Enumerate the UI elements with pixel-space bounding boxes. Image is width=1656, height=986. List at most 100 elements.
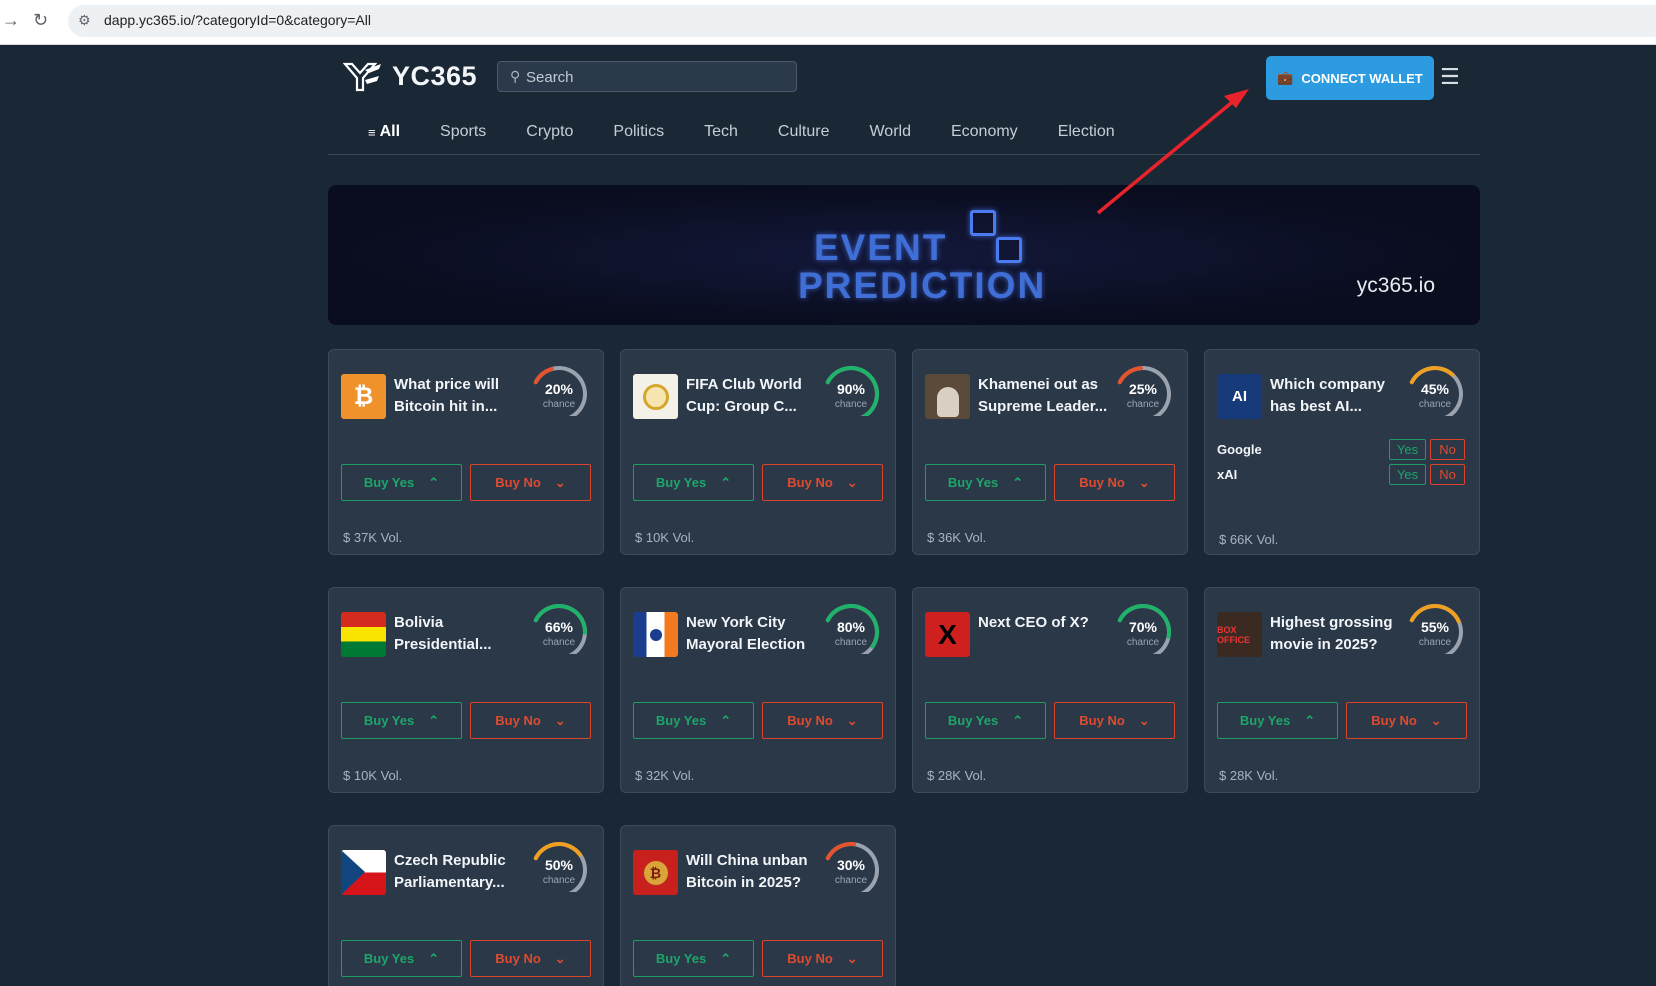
event-prediction-banner[interactable]: EVENT PREDICTION yc365.io (328, 185, 1480, 325)
market-title[interactable]: Highest grossing movie in 2025? (1270, 612, 1410, 656)
chance-label: chance (834, 637, 868, 648)
chance-percent: 50% (544, 857, 574, 873)
double-chevron-down-icon: ⌄ (846, 712, 858, 728)
market-title[interactable]: New York City Mayoral Election (686, 612, 826, 656)
buy-no-button[interactable]: Buy No ⌄ (762, 702, 883, 739)
buy-no-button[interactable]: Buy No ⌄ (1054, 702, 1175, 739)
outcome-name: Google (1217, 442, 1262, 457)
buy-yes-label: Buy Yes (947, 713, 999, 728)
double-chevron-down-icon: ⌄ (1138, 712, 1150, 728)
outcome-no-button[interactable]: No (1430, 464, 1465, 485)
double-chevron-up-icon: ⌃ (428, 474, 440, 490)
yc365-logo-icon[interactable] (343, 60, 383, 94)
buy-no-label: Buy No (1371, 713, 1417, 728)
double-chevron-up-icon: ⌃ (720, 474, 732, 490)
buy-yes-button[interactable]: Buy Yes ⌃ (341, 940, 462, 977)
buy-yes-button[interactable]: Buy Yes ⌃ (925, 464, 1046, 501)
tab-politics[interactable]: Politics (613, 120, 664, 144)
chance-label: chance (834, 875, 868, 886)
tab-election[interactable]: Election (1058, 120, 1115, 144)
market-card[interactable]: New York City Mayoral Election 80% chance B… (620, 587, 896, 793)
site-settings-icon[interactable]: ⚙ (78, 12, 91, 29)
buy-yes-button[interactable]: Buy Yes ⌃ (341, 464, 462, 501)
market-card[interactable]: ₿ Will China unban Bitcoin in 2025? 30% cha… (620, 825, 896, 986)
market-title[interactable]: FIFA Club World Cup: Group C... (686, 374, 826, 418)
forward-icon[interactable]: → (2, 10, 20, 31)
tab-tech[interactable]: Tech (704, 120, 738, 144)
volume-label: $ 66K Vol. (1219, 532, 1279, 547)
tab-crypto[interactable]: Crypto (526, 120, 573, 144)
buy-yes-button[interactable]: Buy Yes ⌃ (341, 702, 462, 739)
buy-yes-button[interactable]: Buy Yes ⌃ (1217, 702, 1338, 739)
double-chevron-up-icon: ⌃ (1304, 712, 1316, 728)
hamburger-menu-icon[interactable]: ☰ (1440, 64, 1460, 90)
search-input[interactable] (526, 66, 786, 88)
buy-yes-button[interactable]: Buy Yes ⌃ (925, 702, 1046, 739)
address-bar[interactable]: ⚙ dapp.yc365.io/?categoryId=0&category=A… (68, 5, 1656, 37)
tab-label: Culture (777, 123, 830, 140)
box-office-icon: BOX OFFICE (1217, 612, 1262, 657)
connect-wallet-label: CONNECT WALLET (1301, 70, 1423, 86)
market-card[interactable]: ₿ What price will Bitcoin hit in... 20% cha… (328, 349, 604, 555)
buy-no-button[interactable]: Buy No ⌄ (470, 702, 591, 739)
market-card[interactable]: Khamenei out as Supreme Leader... 25% chan… (912, 349, 1188, 555)
buy-yes-label: Buy Yes (655, 713, 707, 728)
double-chevron-down-icon: ⌄ (554, 950, 566, 966)
banner-square-icon (996, 237, 1022, 263)
double-chevron-up-icon: ⌃ (428, 712, 440, 728)
reload-icon[interactable]: ↻ (33, 10, 48, 31)
chance-percent: 30% (836, 857, 866, 873)
market-card[interactable]: Czech Republic Parliamentary... 50% chance… (328, 825, 604, 986)
market-title[interactable]: Czech Republic Parliamentary... (394, 850, 534, 894)
outcome-yes-button[interactable]: Yes (1389, 439, 1426, 460)
buy-no-button[interactable]: Buy No ⌄ (1054, 464, 1175, 501)
buy-no-label: Buy No (787, 713, 833, 728)
buy-yes-label: Buy Yes (655, 951, 707, 966)
tab-sports[interactable]: Sports (440, 120, 486, 144)
market-title[interactable]: Which company has best AI... (1270, 374, 1410, 418)
buy-no-button[interactable]: Buy No ⌄ (762, 940, 883, 977)
chance-gauge: 66% chance (527, 602, 591, 654)
buy-yes-button[interactable]: Buy Yes ⌃ (633, 940, 754, 977)
czech-flag-icon (341, 850, 386, 895)
market-card[interactable]: AI Which company has best AI... 45% chance G… (1204, 349, 1480, 555)
outcome-yes-button[interactable]: Yes (1389, 464, 1426, 485)
chance-label: chance (834, 399, 868, 410)
double-chevron-up-icon: ⌃ (1012, 712, 1024, 728)
market-title[interactable]: Will China unban Bitcoin in 2025? (686, 850, 826, 894)
tab-world[interactable]: World (869, 120, 911, 144)
buy-no-button[interactable]: Buy No ⌄ (1346, 702, 1467, 739)
buy-no-button[interactable]: Buy No ⌄ (470, 940, 591, 977)
market-title[interactable]: Bolivia Presidential... (394, 612, 534, 656)
connect-wallet-button[interactable]: 💼 CONNECT WALLET (1266, 56, 1434, 100)
market-card[interactable]: Bolivia Presidential... 66% chance Buy Yes ⌃… (328, 587, 604, 793)
outcome-no-button[interactable]: No (1430, 439, 1465, 460)
market-title[interactable]: What price will Bitcoin hit in... (394, 374, 534, 418)
buy-yes-label: Buy Yes (363, 713, 415, 728)
wallet-icon: 💼 (1277, 70, 1294, 85)
tab-economy[interactable]: Economy (951, 120, 1018, 144)
tab-all[interactable]: ≡ All (368, 120, 400, 144)
filter-lines-icon: ≡ (368, 124, 376, 140)
buy-yes-button[interactable]: Buy Yes ⌃ (633, 702, 754, 739)
market-title[interactable]: Khamenei out as Supreme Leader... (978, 374, 1118, 418)
market-card[interactable]: BOX OFFICE Highest grossing movie in 2025… (1204, 587, 1480, 793)
buy-no-button[interactable]: Buy No ⌄ (762, 464, 883, 501)
buy-yes-button[interactable]: Buy Yes ⌃ (633, 464, 754, 501)
double-chevron-down-icon: ⌄ (1430, 712, 1442, 728)
chance-percent: 45% (1420, 381, 1450, 397)
market-card[interactable]: FIFA Club World Cup: Group C... 90% chance… (620, 349, 896, 555)
banner-title-line2: PREDICTION (798, 265, 1047, 306)
chance-label: chance (1126, 399, 1160, 410)
buy-no-label: Buy No (787, 475, 833, 490)
brand-name[interactable]: YC365 (392, 61, 477, 92)
bitcoin-icon: ₿ (341, 374, 386, 419)
double-chevron-up-icon: ⌃ (428, 950, 440, 966)
market-title[interactable]: Next CEO of X? (978, 612, 1118, 634)
url-text[interactable]: dapp.yc365.io/?categoryId=0&category=All (104, 12, 371, 28)
market-card[interactable]: X Next CEO of X? 70% chance Buy Yes ⌃ Buy No ⌄ $… (912, 587, 1188, 793)
tab-label: Election (1057, 123, 1115, 140)
buy-no-button[interactable]: Buy No ⌄ (470, 464, 591, 501)
search-box[interactable]: ⚲ (497, 61, 797, 92)
tab-culture[interactable]: Culture (778, 120, 830, 144)
